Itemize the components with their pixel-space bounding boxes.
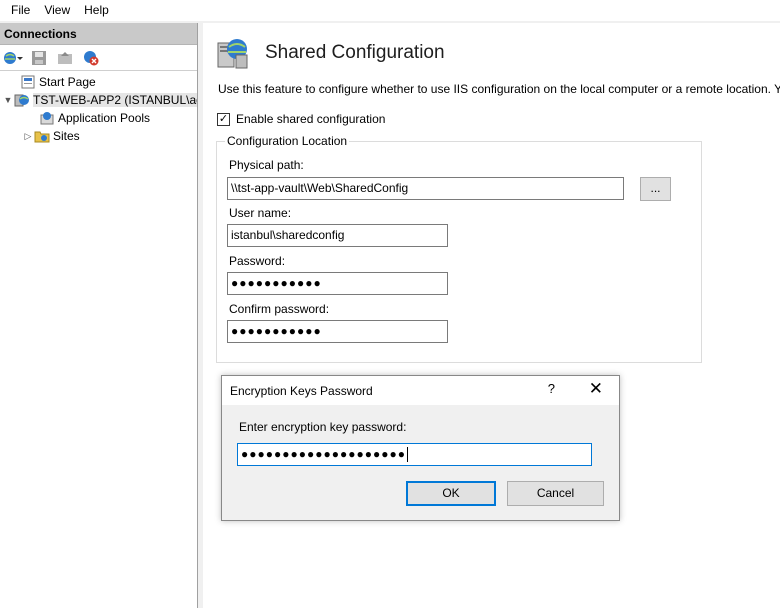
menu-view[interactable]: View <box>37 0 77 21</box>
chevron-down-icon[interactable]: ▼ <box>2 95 14 105</box>
confirm-password-label: Confirm password: <box>229 302 330 316</box>
save-icon[interactable] <box>28 48 50 68</box>
connect-globe-icon[interactable] <box>2 48 24 68</box>
tree-item-start-page[interactable]: Start Page <box>0 73 197 91</box>
chevron-right-icon[interactable]: ▷ <box>22 131 34 142</box>
page-title: Shared Configuration <box>265 42 445 63</box>
feature-description: Use this feature to configure whether to… <box>218 82 780 96</box>
browse-button[interactable]: ... <box>640 177 671 201</box>
ok-button[interactable]: OK <box>406 481 496 506</box>
tree-label-server: TST-WEB-APP2 (ISTANBUL\ad <box>33 93 197 107</box>
dialog-prompt: Enter encryption key password: <box>239 420 407 434</box>
password-label: Password: <box>229 254 286 268</box>
tree-item-sites[interactable]: ▷ Sites <box>0 127 197 145</box>
tree-label-sites: Sites <box>53 129 80 143</box>
connections-tree: Start Page ▼ TST-WEB-APP2 (ISTANBUL\ad A… <box>0 71 197 145</box>
app-pools-icon <box>40 112 54 125</box>
menu-help[interactable]: Help <box>77 0 116 21</box>
help-icon[interactable]: ? <box>548 381 555 396</box>
connections-pane: Connections Start Page ▼ TST-WEB-APP2 (I… <box>0 23 198 608</box>
sites-folder-icon <box>34 131 50 143</box>
encryption-keys-dialog: Encryption Keys Password ? ✕ Enter encry… <box>221 375 620 521</box>
confirm-password-input[interactable]: ●●●●●●●●●●● <box>227 320 448 343</box>
tree-item-app-pools[interactable]: Application Pools <box>0 109 197 127</box>
disconnect-icon[interactable] <box>80 48 102 68</box>
enable-shared-config-checkbox[interactable]: ✓ <box>217 112 230 126</box>
group-title: Configuration Location <box>225 134 350 148</box>
connections-toolbar <box>0 45 197 71</box>
physical-path-input[interactable]: \\tst-app-vault\Web\SharedConfig <box>227 177 624 200</box>
text-caret <box>406 447 408 463</box>
up-folder-icon[interactable] <box>54 48 76 68</box>
shared-config-icon <box>217 39 248 69</box>
menu-bar: File View Help <box>0 0 780 21</box>
configuration-location-group: Configuration Location Physical path: \\… <box>216 134 702 363</box>
encryption-password-input[interactable]: ●●●●●●●●●●●●●●●●●●●● <box>237 443 592 466</box>
start-page-icon <box>21 75 35 89</box>
tree-label-app-pools: Application Pools <box>58 111 151 125</box>
close-icon[interactable]: ✕ <box>589 379 603 399</box>
cancel-button[interactable]: Cancel <box>507 481 604 506</box>
username-label: User name: <box>229 206 292 220</box>
server-globe-icon <box>14 94 29 107</box>
username-input[interactable]: istanbul\sharedconfig <box>227 224 448 247</box>
password-input[interactable]: ●●●●●●●●●●● <box>227 272 448 295</box>
enable-shared-config-label: Enable shared configuration <box>236 112 386 126</box>
enable-shared-config-checkbox-row[interactable]: ✓ Enable shared configuration <box>217 112 385 126</box>
feature-header: Shared Configuration <box>215 35 445 71</box>
dialog-titlebar: Encryption Keys Password ? ✕ <box>222 376 619 405</box>
connections-header: Connections <box>0 23 197 45</box>
encryption-password-value: ●●●●●●●●●●●●●●●●●●●● <box>241 447 406 461</box>
dialog-title: Encryption Keys Password <box>230 383 373 398</box>
tree-label-start-page: Start Page <box>39 75 96 89</box>
physical-path-label: Physical path: <box>229 158 304 172</box>
tree-item-server[interactable]: ▼ TST-WEB-APP2 (ISTANBUL\ad <box>0 91 197 109</box>
menu-file[interactable]: File <box>4 0 37 21</box>
